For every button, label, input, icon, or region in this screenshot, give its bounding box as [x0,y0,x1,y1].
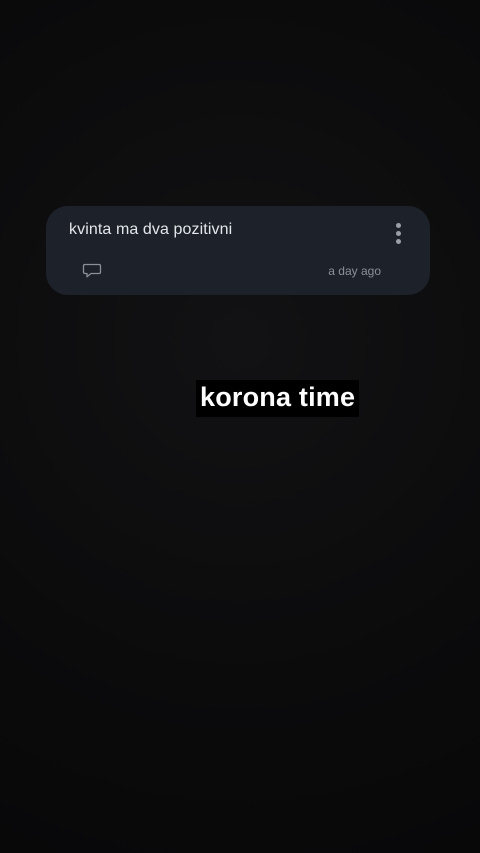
post-text: kvinta ma dva pozitivni [69,221,233,238]
post-card[interactable]: kvinta ma dva pozitivni a day ago [46,206,430,295]
post-timestamp: a day ago [328,264,381,278]
comment-icon[interactable] [82,262,102,280]
more-dot [395,230,401,236]
story-screen: kvinta ma dva pozitivni a day ago korona… [0,0,480,853]
more-options-icon[interactable] [386,220,410,246]
more-dot [395,238,401,244]
more-dot [395,222,401,228]
story-caption: korona time [196,380,360,417]
